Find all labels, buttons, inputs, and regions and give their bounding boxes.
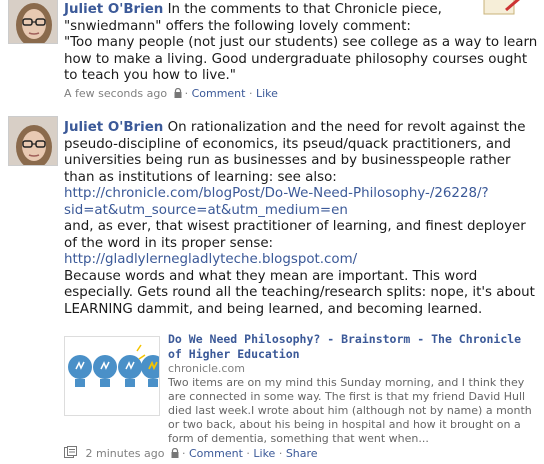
attachment-title[interactable]: Do We Need Philosophy? - Brainstorm - Th… — [168, 332, 538, 362]
post-link[interactable]: http://chronicle.com/blogPost/Do-We-Need… — [64, 186, 538, 219]
separator: · — [248, 86, 253, 100]
post-link[interactable]: http://gladlylernegladlyteche.blogspot.c… — [64, 252, 538, 269]
separator: · — [181, 447, 186, 460]
link-attachment[interactable]: Do We Need Philosophy? - Brainstorm - Th… — [64, 332, 538, 445]
attachment-description: Two items are on my mind this Sunday mor… — [168, 376, 532, 445]
attachment-domain: chronicle.com — [168, 362, 245, 375]
timestamp[interactable]: 2 minutes ago — [86, 447, 165, 460]
avatar[interactable] — [8, 0, 58, 44]
lock-icon — [171, 447, 179, 462]
lock-icon — [174, 87, 182, 102]
post-text: Because words and what they mean are imp… — [64, 268, 540, 317]
separator: · — [278, 447, 283, 460]
separator: · — [184, 86, 189, 100]
lightbulb-icon — [68, 344, 159, 387]
shared-link-icon — [64, 446, 78, 462]
comment-link[interactable]: Comment — [189, 447, 243, 460]
like-link[interactable]: Like — [253, 447, 275, 460]
share-link[interactable]: Share — [286, 447, 318, 460]
author-name[interactable]: Juliet O'Brien — [64, 120, 163, 135]
attachment-thumbnail[interactable] — [64, 336, 160, 416]
separator: · — [246, 447, 250, 460]
post-meta: A few seconds ago · Comment · Like — [64, 87, 538, 102]
comment-link[interactable]: Comment — [192, 87, 246, 100]
post-meta: 2 minutes ago · Comment · Like · Share — [64, 446, 318, 462]
author-name[interactable]: Juliet O'Brien — [64, 2, 163, 17]
timestamp[interactable]: A few seconds ago — [64, 87, 167, 100]
post-text: and, as ever, that wisest practitioner o… — [64, 219, 531, 251]
avatar[interactable] — [8, 116, 58, 166]
like-link[interactable]: Like — [256, 87, 278, 100]
